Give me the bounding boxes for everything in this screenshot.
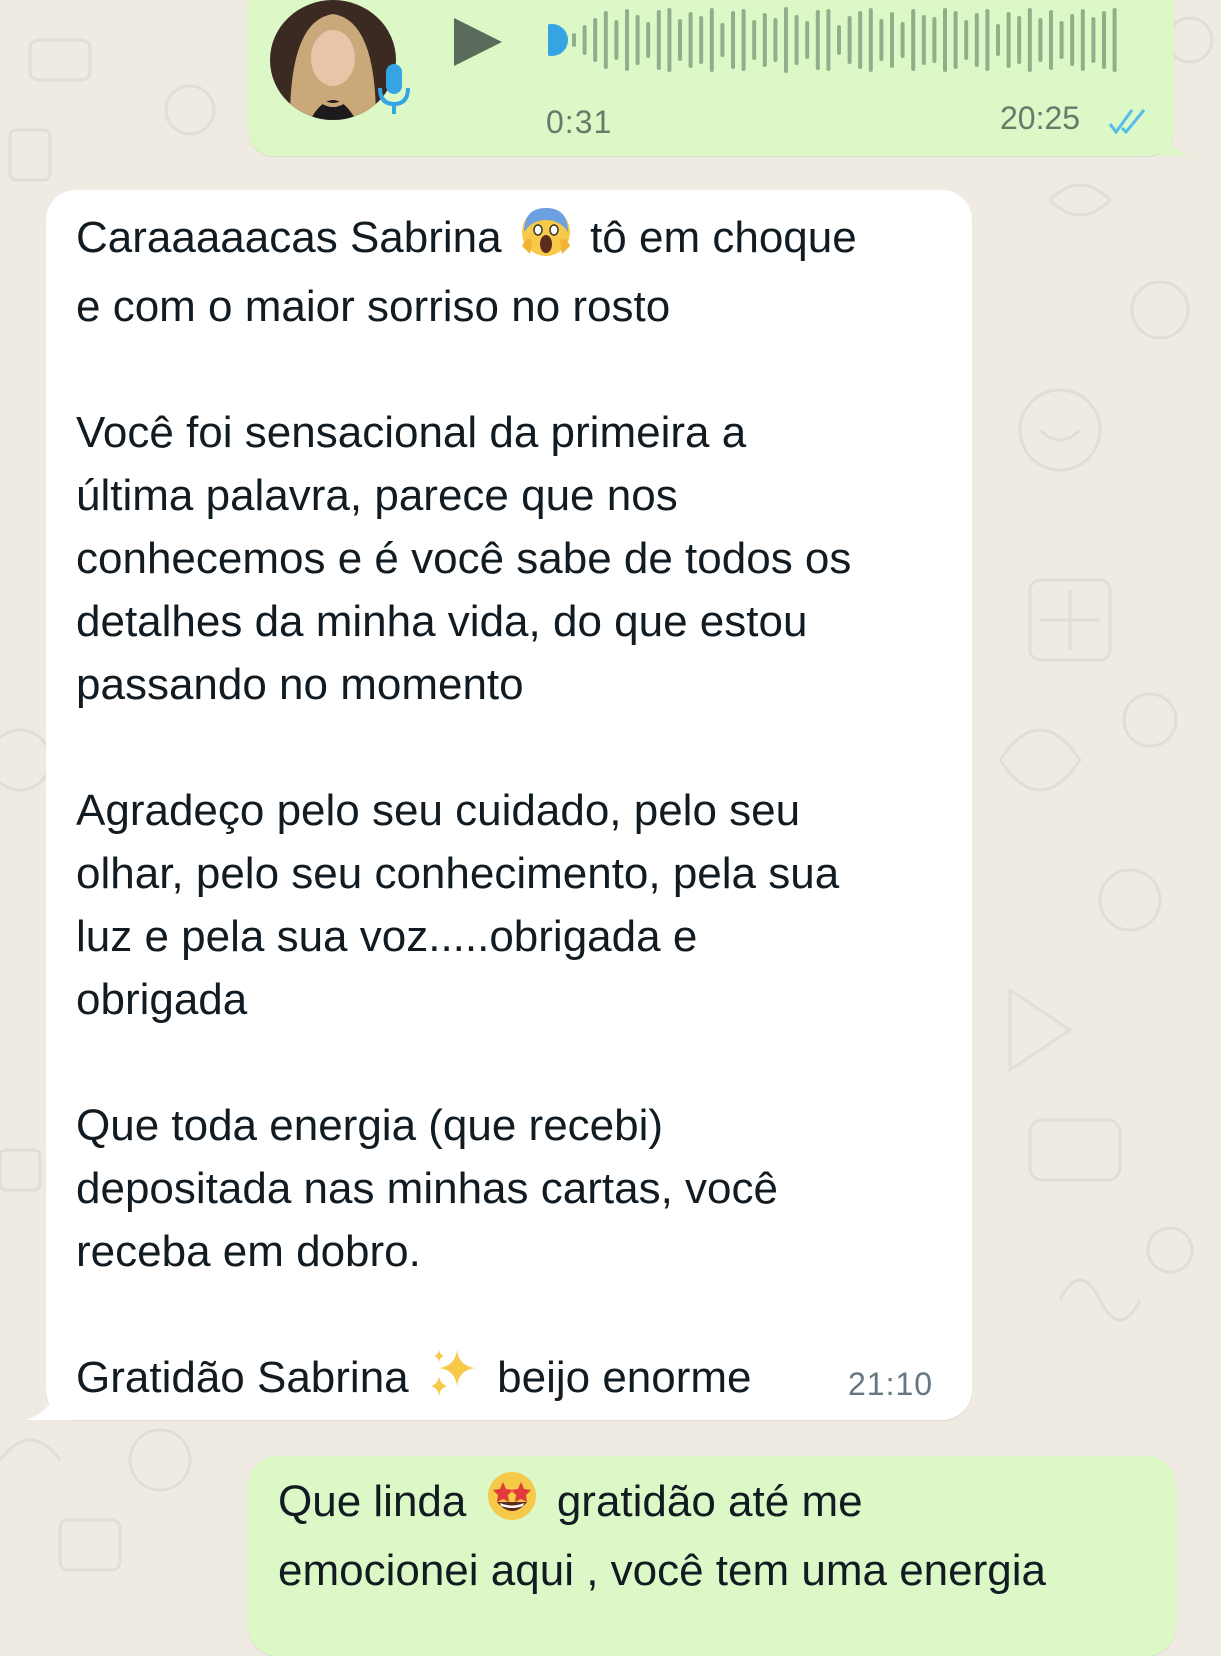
waveform-bar [646,22,651,58]
waveform-bar [1027,8,1032,72]
waveform-bar [1038,18,1043,62]
waveform-bar [964,20,969,60]
double-check-icon [1108,109,1146,134]
waveform-bar [953,11,958,69]
voice-waveform[interactable] [548,0,1133,80]
waveform-bar [890,12,894,68]
message-line: olhar, pelo seu conhecimento, pela sua [76,849,840,898]
message-line: Agradeço pelo seu cuidado, pelo seu [76,786,801,835]
waveform-bar [762,13,767,67]
waveform-bar [614,20,619,60]
message-line: obrigada [76,975,248,1024]
message-line: Caraaaaacas Sabrina tô em choque [76,206,956,275]
message-line: receba em dobro. [76,1227,421,1276]
waveform-bar [656,10,661,70]
waveform-bar [688,12,693,68]
waveform-bar [741,9,746,71]
play-icon[interactable] [452,14,508,70]
waveform-bar [699,16,704,64]
sparkles-emoji-icon [427,1346,479,1415]
waveform-bar [847,16,852,64]
message-line: emocionei aqui , você tem uma energia [278,1546,1046,1595]
voice-duration: 0:31 [546,104,613,140]
waveform-bar [879,19,884,61]
message-time: 20:25 [1000,100,1081,136]
waveform-bar [678,19,682,61]
incoming-message-text: Caraaaaacas Sabrina tô em choque e com o… [76,206,956,1415]
message-line: Gratidão Sabrina beijo enorme [76,1346,956,1415]
waveform-bar [985,9,990,71]
waveform-bar [794,15,799,65]
waveform-bar [667,8,672,72]
voice-bubble-tail [1160,132,1190,156]
waveform-bar [921,15,926,65]
waveform-bar [826,9,831,71]
waveform-bar [752,20,757,60]
message-line: e com o maior sorriso no rosto [76,282,671,331]
outgoing-message-text: Que linda gratidão até me emocionei aqui… [278,1470,1158,1602]
waveform-bar [1017,16,1022,64]
waveform-bar [635,15,640,65]
waveform-bar [805,21,810,59]
message-line: Que toda energia (que recebi) [76,1101,664,1150]
playback-scrubber[interactable] [548,24,568,56]
message-time: 21:10 [848,1366,934,1402]
message-line: detalhes da minha vida, do que estou [76,597,808,646]
waveform-bar [996,24,1000,56]
waveform-bar [932,17,937,63]
face-screaming-emoji-icon [520,206,572,275]
waveform-bar [731,11,735,69]
waveform-bar [911,9,916,71]
message-line: Que linda gratidão até me [278,1470,1158,1539]
waveform-bar [603,11,608,69]
message-line: Você foi sensacional da primeira a [76,408,747,457]
waveform-bar [1070,14,1075,66]
waveform-bar [1006,12,1011,68]
waveform-bar [1112,8,1117,72]
waveform-bar [572,33,576,47]
waveform-bar [720,23,725,57]
waveform-bar [858,11,863,69]
mic-icon [378,64,410,114]
waveform-bar [784,7,788,73]
message-line: passando no momento [76,660,524,709]
message-line: luz e pela sua voz.....obrigada e [76,912,698,961]
star-struck-emoji-icon [485,1470,539,1539]
waveform-bar [943,8,947,72]
waveform-bar [582,25,587,55]
waveform-bar [837,25,841,55]
waveform-bar [1091,17,1096,63]
waveform-bar [900,22,905,58]
waveform-bar [1080,9,1085,71]
waveform-bar [868,8,873,72]
message-line: depositada nas minhas cartas, você [76,1164,778,1213]
waveform-bar [815,10,820,70]
waveform-bar [773,18,778,62]
waveform-bar [593,18,598,62]
waveform-bar [1102,11,1106,69]
waveform-bar [1059,21,1064,59]
incoming-bubble-tail [26,1380,76,1420]
waveform-bar [974,13,979,67]
message-line: última palavra, parece que nos [76,471,678,520]
message-line: conhecemos e é você sabe de todos os [76,534,852,583]
waveform-bar [709,8,714,72]
waveform-bar [625,9,629,71]
waveform-bar [1049,10,1053,70]
